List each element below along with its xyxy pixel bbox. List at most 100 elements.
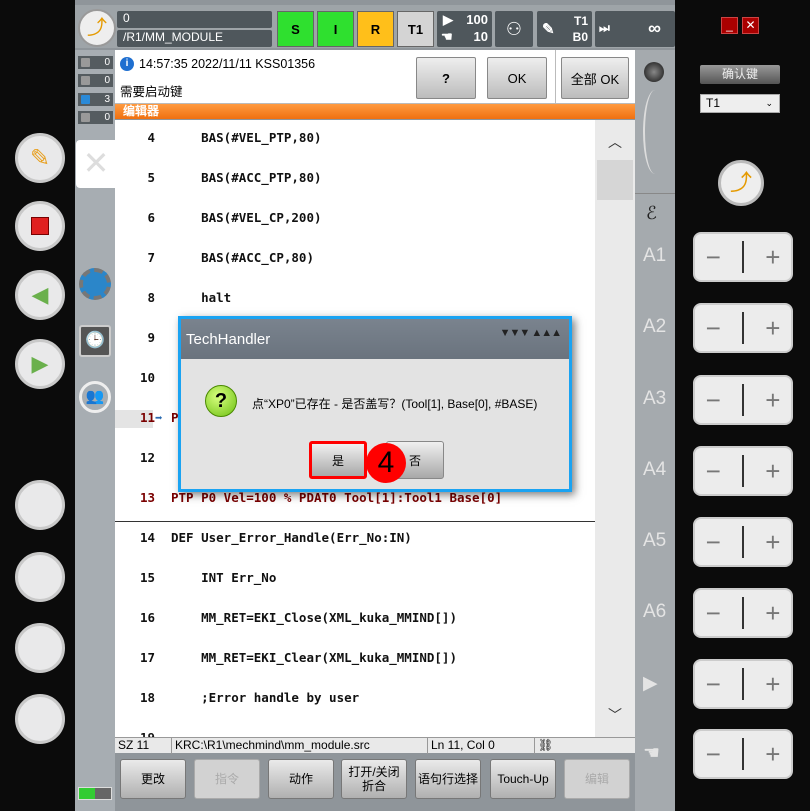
line-text: DEF User_Error_Handle(Err_No:IN) [171,530,412,545]
jog-key[interactable]: − + [693,232,793,282]
code-line[interactable]: 8 halt [115,290,595,308]
code-line[interactable]: 5 BAS(#ACC_PTP,80) [115,170,595,188]
jog-key[interactable]: − + [693,517,793,567]
softkey-touch-up[interactable]: Touch-Up [490,759,556,799]
confirm-key-button[interactable]: 确认键 [700,65,780,84]
robot-icon[interactable]: ⤴ [78,9,116,47]
code-line[interactable]: 13 PTP P0 Vel=100 % PDAT0 Tool[1]:Tool1 B… [115,490,595,508]
close-button[interactable]: ✕ [742,17,759,34]
ok-button[interactable]: OK [487,57,547,99]
minus-icon[interactable]: − [706,669,721,700]
all-ok-button[interactable]: 全部 OK [561,57,629,99]
program-run-mode[interactable]: ⏭ ∞ [595,11,675,47]
code-line[interactable]: 15 INT Err_No [115,570,595,588]
help-button[interactable]: ? [416,57,476,99]
plus-icon[interactable]: + [765,456,780,487]
minus-icon[interactable]: − [706,527,721,558]
hardware-key-4[interactable] [15,694,65,744]
play-icon: ▶ [31,351,49,376]
hardware-key-1[interactable] [15,480,65,530]
line-text: INT Err_No [171,570,277,585]
divider [741,738,744,770]
divider [741,384,744,416]
robot-jog-button[interactable]: ⤴ [718,160,764,206]
stop-key[interactable] [15,201,65,251]
dialog-message: 点“XP0”已存在 - 是否盖写？(Tool[1], Base[0], #BAS… [252,397,538,411]
counter-info[interactable]: 3 [78,93,113,106]
counter-wait[interactable]: 0 [78,111,113,124]
code-line[interactable]: 17 MM_RET=EKI_Clear(XML_kuka_MMIND[]) [115,650,595,668]
scroll-up-icon[interactable]: ︿ [608,132,622,152]
hand-icon: ☚ [441,29,453,44]
robot-group-button[interactable]: ⚇ [495,11,533,47]
counter-warning[interactable]: 0 [78,74,113,87]
minus-icon[interactable]: − [706,242,721,273]
code-line[interactable]: 14 DEF User_Error_Handle(Err_No:IN) [115,530,595,548]
hardware-key-2[interactable] [15,552,65,602]
code-line[interactable]: 4 BAS(#VEL_PTP,80) [115,130,595,148]
jog-key[interactable]: − + [693,375,793,425]
line-number: 4 [147,130,155,145]
code-line[interactable]: 6 BAS(#VEL_CP,200) [115,210,595,228]
hardware-key-3[interactable] [15,623,65,673]
softkey-fold[interactable]: 打开/关闭 折合 [341,759,407,799]
axis-label: A1 [643,245,667,266]
start-key[interactable]: ▶ [15,339,65,389]
robot-interpreter-status-r[interactable]: R [357,11,394,47]
scroll-thumb[interactable] [597,160,633,200]
code-line[interactable]: 19 [115,730,595,737]
divider [741,668,744,700]
code-line[interactable]: 18 ;Error handle by user [115,690,595,708]
softkey-command[interactable]: 指令 [194,759,260,799]
fast-forward-icon: ⏭ [599,21,610,35]
tool-base-display[interactable]: ✎ T1 B0 [537,11,592,47]
minus-icon[interactable]: − [706,739,721,770]
operating-mode-t1[interactable]: T1 [397,11,434,47]
plus-icon[interactable]: + [765,385,780,416]
plus-icon[interactable]: + [765,313,780,344]
softkey-edit[interactable]: 编辑 [564,759,630,799]
jog-key[interactable]: − + [693,659,793,709]
minus-icon[interactable]: − [706,385,721,416]
mode-select-value: T1 [706,96,721,110]
code-line[interactable]: 16 MM_RET=EKI_Close(XML_kuka_MMIND[]) [115,610,595,628]
mode-select[interactable]: T1 ⌄ [700,94,780,113]
backward-start-key[interactable]: ◀ [15,270,65,320]
close-editor-button[interactable]: ✕ [76,140,116,188]
submit-status-s[interactable]: S [277,11,314,47]
jog-key[interactable]: − + [693,588,793,638]
program-state-field[interactable]: 0 [117,11,272,28]
editor-scrollbar[interactable]: ︿ ﹀ [595,120,635,737]
plus-icon[interactable]: + [765,527,780,558]
plus-icon[interactable]: + [765,598,780,629]
softkey-motion[interactable]: 动作 [268,759,334,799]
clock-icon[interactable]: 🕒 [79,325,111,357]
line-text: PTP P0 Vel=100 % PDAT0 Tool[1]:Tool1 Bas… [171,490,503,505]
yes-button[interactable]: 是 [309,441,367,479]
drives-status-i[interactable]: I [317,11,354,47]
plus-icon[interactable]: + [765,739,780,770]
override-display[interactable]: ▶ 100 ☚ 10 [437,11,492,47]
jog-coordinate-icon[interactable]: ℰ [646,203,657,224]
scroll-down-icon[interactable]: ﹀ [608,705,622,725]
softkey-change[interactable]: 更改 [120,759,186,799]
globe-icon[interactable] [644,62,664,82]
minimize-button[interactable]: _ [721,17,738,34]
softkey-line-select[interactable]: 语句行选择 [415,759,481,799]
file-path: KRC:\R1\mechmind\mm_module.src [172,738,428,754]
module-path-field[interactable]: /R1/MM_MODULE [117,30,272,47]
minus-icon[interactable]: − [706,456,721,487]
edit-key[interactable]: ✎ [15,133,65,183]
minus-icon[interactable]: − [706,598,721,629]
minus-icon[interactable]: − [706,313,721,344]
plus-icon[interactable]: + [765,669,780,700]
counter-ack[interactable]: 0 [78,56,113,69]
jog-key[interactable]: − + [693,729,793,779]
jog-key[interactable]: − + [693,446,793,496]
plus-icon[interactable]: + [765,242,780,273]
line-text: BAS(#VEL_CP,200) [171,210,322,225]
users-icon[interactable]: 👥 [79,381,111,413]
robot-settings-gear-icon[interactable] [79,268,111,300]
code-line[interactable]: 7 BAS(#ACC_CP,80) [115,250,595,268]
jog-key[interactable]: − + [693,303,793,353]
